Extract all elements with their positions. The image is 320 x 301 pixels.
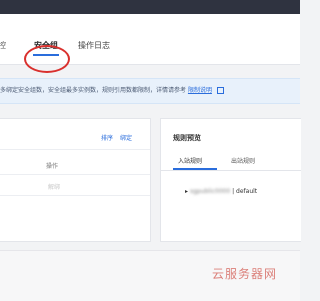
info-notice-bar: 多绑定安全组数，安全组最多实例数，规则引用数都限制，详情请参考 限制说明 bbox=[0, 78, 300, 104]
tab-bar: 控 安全组 操作日志 bbox=[0, 14, 300, 73]
tab-divider bbox=[161, 170, 301, 171]
expand-icon[interactable]: ▸ bbox=[185, 188, 188, 195]
table-divider bbox=[0, 195, 150, 196]
security-group-name: | default bbox=[230, 188, 258, 195]
sort-link[interactable]: 排序 bbox=[101, 133, 113, 142]
tab-outbound-rules[interactable]: 出站规则 bbox=[231, 156, 255, 165]
bound-security-groups-panel: 排序 绑定 操作 解绑 bbox=[0, 118, 151, 242]
rule-preview-panel: 规则预览 入站规则 出站规则 ▸ sgpublic0000 | default bbox=[160, 118, 301, 242]
rule-preview-title: 规则预览 bbox=[173, 134, 201, 142]
unbind-link[interactable]: 解绑 bbox=[48, 182, 60, 191]
external-link-icon bbox=[216, 87, 224, 94]
notice-text: 多绑定安全组数，安全组最多实例数，规则引用数都限制，详情请参考 bbox=[0, 87, 187, 94]
notice-text-line: 多绑定安全组数，安全组最多实例数，规则引用数都限制，详情请参考 限制说明 bbox=[0, 87, 224, 95]
operation-column-header: 操作 bbox=[46, 163, 59, 170]
watermark-text: 云服务器网 bbox=[212, 267, 278, 281]
bind-link[interactable]: 绑定 bbox=[120, 133, 132, 142]
rule-item[interactable]: ▸ sgpublic0000 | default bbox=[185, 188, 257, 195]
top-bar bbox=[0, 0, 300, 14]
tab-operation-log[interactable]: 操作日志 bbox=[78, 41, 110, 51]
tab-inbound-rules[interactable]: 入站规则 bbox=[178, 156, 202, 165]
tab-monitor[interactable]: 控 bbox=[0, 41, 6, 51]
table-divider bbox=[0, 174, 150, 175]
security-group-id: sgpublic0000 bbox=[189, 188, 231, 195]
table-divider bbox=[0, 149, 150, 150]
limit-doc-link[interactable]: 限制说明 bbox=[188, 87, 212, 94]
annotation-circle bbox=[24, 45, 70, 73]
